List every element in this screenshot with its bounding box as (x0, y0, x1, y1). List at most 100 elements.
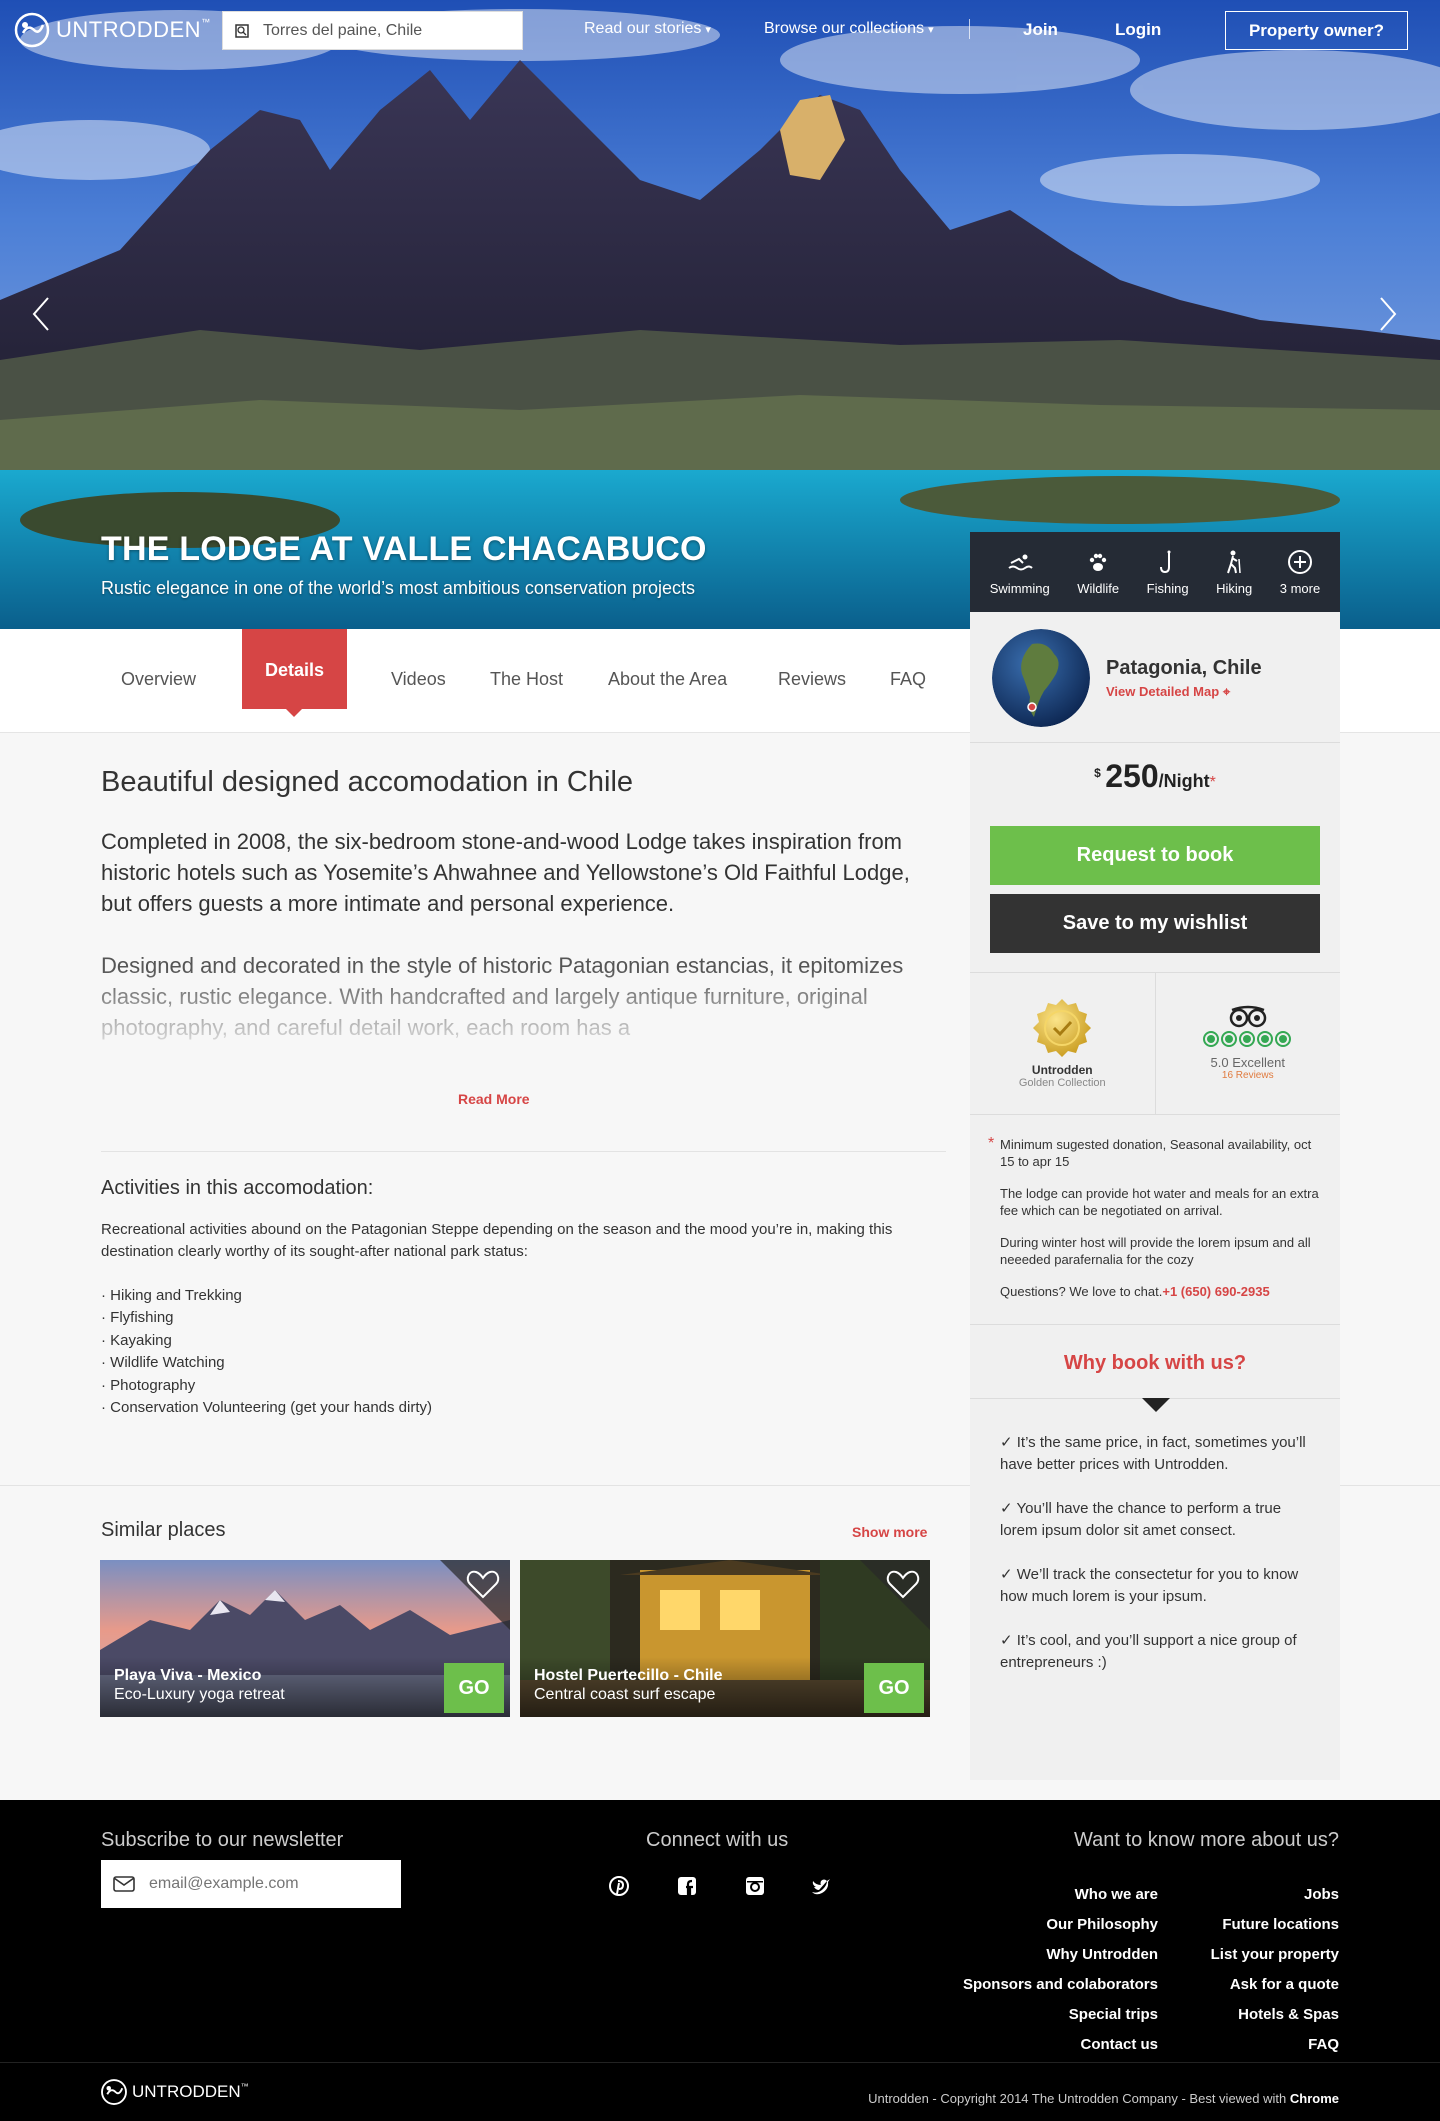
read-more-link[interactable]: Read More (458, 1091, 530, 1107)
footer-link[interactable]: FAQ (1211, 2030, 1339, 2060)
tab-the-host[interactable]: The Host (490, 669, 563, 690)
tab-videos[interactable]: Videos (391, 669, 446, 690)
card-title: Hostel Puertecillo - Chile (534, 1667, 723, 1684)
note-text: During winter host will provide the lore… (1000, 1235, 1311, 1267)
go-button[interactable]: GO (864, 1663, 924, 1713)
divider (0, 1485, 970, 1486)
amenities-bar: Swimming Wildlife Fishing Hiking 3 more (970, 532, 1340, 612)
divider (0, 2062, 1440, 2063)
dropdown-icon: ▾ (705, 23, 711, 36)
search-input[interactable] (263, 21, 503, 40)
map-icon: ⌖ (1222, 684, 1231, 699)
tab-about-area[interactable]: About the Area (608, 669, 727, 690)
footer-link[interactable]: Our Philosophy (963, 1910, 1158, 1940)
footer-link[interactable]: Who we are (963, 1880, 1158, 1910)
why-book-heading: Why book with us? (1063, 1352, 1247, 1374)
pinterest-icon[interactable] (608, 1875, 630, 1897)
go-button[interactable]: GO (444, 1663, 504, 1713)
hiker-icon (1227, 550, 1241, 573)
footer-links-left: Who we are Our Philosophy Why Untrodden … (963, 1880, 1158, 2060)
footer-link[interactable]: Hotels & Spas (1211, 2000, 1339, 2030)
tab-reviews[interactable]: Reviews (778, 669, 846, 690)
phone-link[interactable]: +1 (650) 690-2935 (1162, 1284, 1269, 1299)
similar-place-card[interactable]: Hostel Puertecillo - Chile Central coast… (520, 1560, 930, 1717)
browse-collections-link[interactable]: Browse our collections ▾ (764, 20, 934, 38)
details-lead-paragraph: Completed in 2008, the six-bedroom stone… (101, 829, 910, 916)
footer-link[interactable]: Sponsors and colaborators (963, 1970, 1158, 2000)
divider (1340, 1485, 1440, 1486)
footer-link[interactable]: Special trips (963, 2000, 1158, 2030)
property-title: THE LODGE AT VALLE CHACABUCO (101, 530, 707, 568)
similar-place-card[interactable]: Playa Viva - Mexico Eco-Luxury yoga retr… (100, 1560, 510, 1717)
globe-map-icon[interactable] (992, 629, 1090, 727)
login-link[interactable]: Login (1115, 20, 1161, 40)
asterisk: * (988, 1135, 995, 1152)
heart-icon[interactable] (466, 1568, 500, 1600)
card-subtitle: Eco-Luxury yoga retreat (114, 1686, 285, 1703)
check-icon: ✓ (1000, 1500, 1013, 1517)
dropdown-icon: ▾ (928, 23, 934, 36)
join-link[interactable]: Join (1023, 20, 1058, 40)
amenity-wildlife: Wildlife (1077, 549, 1119, 596)
tripadvisor-rating[interactable]: 5.0 Excellent 16 Reviews (1154, 972, 1341, 1114)
fishing-hook-icon (1159, 550, 1171, 573)
tab-details[interactable]: Details (242, 629, 347, 717)
instagram-icon[interactable] (744, 1875, 766, 1897)
search-box[interactable] (222, 11, 523, 50)
footer-link[interactable]: Ask for a quote (1211, 1970, 1339, 2000)
property-subtitle: Rustic elegance in one of the world’s mo… (101, 578, 695, 598)
copyright: Untrodden - Copyright 2014 The Untrodden… (868, 2091, 1339, 2106)
facebook-icon[interactable] (676, 1875, 698, 1897)
save-to-wishlist-button[interactable]: Save to my wishlist (990, 894, 1320, 953)
swimming-icon (1008, 554, 1033, 570)
paw-icon (1089, 553, 1107, 571)
footer-link[interactable]: Jobs (1211, 1880, 1339, 1910)
heart-icon[interactable] (886, 1568, 920, 1600)
footer-link[interactable]: List your property (1211, 1940, 1339, 1970)
request-to-book-button[interactable]: Request to book (990, 826, 1320, 885)
property-owner-button[interactable]: Property owner? (1225, 11, 1408, 50)
connect-heading: Connect with us (646, 1829, 789, 1851)
footer-link[interactable]: Contact us (963, 2030, 1158, 2060)
twitter-icon[interactable] (810, 1875, 832, 1897)
tab-overview[interactable]: Overview (121, 669, 196, 690)
note-text: Minimum sugested donation, Seasonal avai… (1000, 1137, 1312, 1169)
show-more-link[interactable]: Show more (852, 1524, 927, 1540)
booking-notes: * Minimum sugested donation, Seasonal av… (988, 1135, 1326, 1315)
newsletter-heading: Subscribe to our newsletter (101, 1829, 344, 1851)
location-name: Patagonia, Chile (1106, 657, 1262, 679)
carousel-prev-icon[interactable] (30, 296, 54, 332)
carousel-next-icon[interactable] (1375, 296, 1399, 332)
plus-circle-icon (1287, 549, 1312, 574)
golden-collection-badge: Untrodden Golden Collection (970, 972, 1155, 1114)
read-stories-link[interactable]: Read our stories ▾ (584, 20, 711, 38)
list-item: ✓ You’ll have the chance to perform a tr… (1000, 1500, 1282, 1539)
nightly-price: $ 250/Night* (1094, 758, 1216, 794)
footer-link[interactable]: Future locations (1211, 1910, 1339, 1940)
footer-link[interactable]: Why Untrodden (963, 1940, 1158, 1970)
tab-faq[interactable]: FAQ (890, 669, 926, 690)
amenity-swimming: Swimming (990, 549, 1050, 596)
list-item: · Photography (101, 1376, 196, 1394)
footer-links-right: Jobs Future locations List your property… (1211, 1880, 1339, 2060)
footer-logo[interactable]: UNTRODDEN™ (99, 2077, 249, 2107)
view-map-link[interactable]: View Detailed Map ⌖ (1106, 684, 1230, 700)
newsletter-email-input[interactable] (149, 1875, 389, 1893)
newsletter-field[interactable] (101, 1860, 401, 1908)
untrodden-logo-icon (14, 12, 50, 48)
list-item: ✓ We’ll track the consectetur for you to… (1000, 1566, 1299, 1605)
check-icon: ✓ (1000, 1566, 1013, 1583)
search-icon (235, 23, 249, 38)
nav-divider (969, 19, 970, 39)
activities-list: · Hiking and Trekking · Flyfishing · Kay… (101, 1285, 432, 1419)
amenity-more[interactable]: 3 more (1280, 549, 1320, 596)
list-item: · Kayaking (101, 1331, 172, 1349)
rating-circles-icon (1202, 1031, 1291, 1047)
note-text: The lodge can provide hot water and meal… (1000, 1186, 1319, 1218)
list-item: · Flyfishing (101, 1309, 174, 1327)
logo[interactable]: UNTRODDEN™ (12, 10, 211, 50)
about-heading: Want to know more about us? (1074, 1829, 1339, 1851)
divider (970, 1114, 1340, 1115)
untrodden-logo-icon (101, 2079, 127, 2105)
divider (970, 1324, 1340, 1325)
